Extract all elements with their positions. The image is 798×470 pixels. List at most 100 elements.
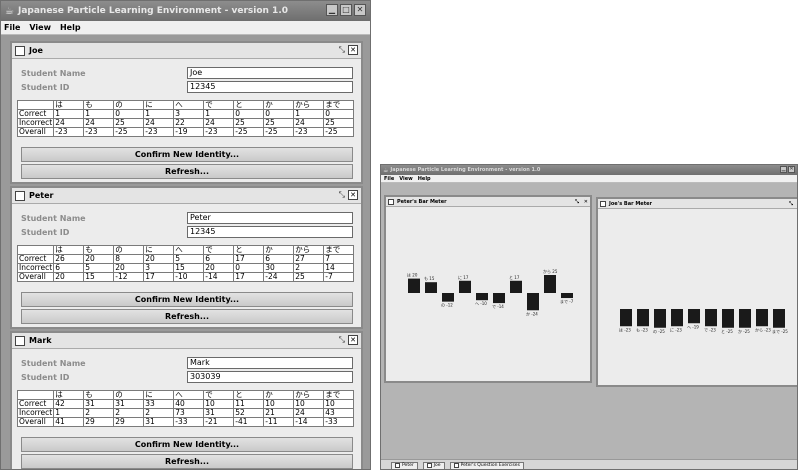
- frame-title: Joe: [29, 46, 43, 55]
- score-cell: -11: [263, 417, 295, 427]
- student-id-label: Student ID: [21, 373, 70, 382]
- frame-title-bar[interactable]: Joe ⤡ ✕: [12, 43, 361, 59]
- frame-close-icon[interactable]: ✕: [584, 199, 588, 205]
- bar-label-9: まで -7: [560, 299, 574, 304]
- frame-icon: [426, 463, 432, 468]
- score-cell: -10: [173, 272, 205, 282]
- scores-table: はものにへでとかから まで Correct 26 20 8 20 5 6 17 6 27 7 Incorr…: [16, 245, 355, 282]
- score-cell: 20: [53, 272, 85, 282]
- minimize-icon[interactable]: ▁: [326, 4, 338, 16]
- bar-meter-chart: は -23 も -23 の -25 に -23 へ -19 で -23 と -25 か -25…: [619, 309, 788, 334]
- menu-view[interactable]: View: [399, 176, 413, 182]
- task-label: Peter: [402, 462, 414, 468]
- restore-icon[interactable]: ⤡: [339, 45, 345, 55]
- frame-title-bar[interactable]: Mark ⤡ ✕: [12, 333, 361, 349]
- score-cell: -25: [263, 127, 295, 137]
- student-id-input[interactable]: 303039: [187, 371, 353, 383]
- meter-title-bar[interactable]: Joe's Bar Meter ⤡: [598, 199, 797, 209]
- bar-7: [739, 309, 751, 328]
- bar-label-7: か -25: [738, 328, 750, 334]
- confirm-identity-button[interactable]: Confirm New Identity...: [21, 437, 353, 452]
- window-title: Japanese Particle Learning Environment -…: [390, 167, 541, 173]
- meter-title: Joe's Bar Meter: [609, 200, 652, 207]
- bar-2: [654, 309, 666, 328]
- refresh-button[interactable]: Refresh...: [21, 454, 353, 469]
- confirm-identity-button[interactable]: Confirm New Identity...: [21, 147, 353, 162]
- score-cell: -14: [293, 417, 325, 427]
- task-label: Joe: [433, 462, 441, 468]
- bar-5: [493, 293, 505, 304]
- overall-row: Overall -23 -23 -25 -23 -19 -23 -25 -25 -23 -25: [16, 127, 355, 137]
- frame-icon: [600, 200, 606, 207]
- bar-1: [637, 309, 649, 327]
- frame-close-icon[interactable]: ✕: [348, 335, 358, 345]
- restore-icon[interactable]: ⤡: [339, 190, 345, 200]
- student-name-input[interactable]: Joe: [187, 67, 353, 79]
- restore-icon[interactable]: ⤡: [339, 335, 345, 345]
- score-cell: -25: [233, 127, 265, 137]
- confirm-identity-button[interactable]: Confirm New Identity...: [21, 292, 353, 307]
- bar-label-5: で -14: [492, 304, 504, 309]
- bar-5: [705, 309, 717, 327]
- student-name-label: Student Name: [21, 359, 86, 368]
- menu-view[interactable]: View: [29, 23, 51, 32]
- menu-help[interactable]: Help: [418, 176, 431, 182]
- score-cell: 41: [53, 417, 85, 427]
- restore-icon[interactable]: ⤡: [789, 201, 793, 207]
- score-cell: -7: [323, 272, 355, 282]
- bar-6: [722, 309, 734, 328]
- bar-label-5: で -23: [704, 327, 716, 332]
- score-cell: -23: [203, 127, 235, 137]
- task-peter[interactable]: Peter: [391, 461, 418, 469]
- student-id-input[interactable]: 12345: [187, 226, 353, 238]
- bar-meter-peter: Peter's Bar Meter ⤡ ✕ は 20 も 15 の -12 に 17 へ…: [384, 195, 592, 383]
- student-name-label: Student Name: [21, 69, 86, 78]
- java-cup-icon: ☕: [5, 5, 14, 17]
- header-row: はものにへでとかから まで: [16, 100, 355, 110]
- frame-title: Mark: [29, 336, 52, 345]
- score-cell: -25: [113, 127, 145, 137]
- menu-bar: File View Help: [1, 21, 370, 35]
- refresh-button[interactable]: Refresh...: [21, 164, 353, 179]
- task-peter-exercises[interactable]: Peter's Question Exercises: [449, 461, 524, 469]
- bar-label-2: の -25: [653, 329, 665, 334]
- bar-0: [620, 309, 632, 327]
- menu-help[interactable]: Help: [60, 23, 81, 32]
- student-name-input[interactable]: Peter: [187, 212, 353, 224]
- score-cell: -12: [113, 272, 145, 282]
- scores-table: はものにへでとかから まで Correct 42 31 31 33 40 10 11 10 10 10 I…: [16, 390, 355, 427]
- student-id-input[interactable]: 12345: [187, 81, 353, 93]
- window-title: Japanese Particle Learning Environment -…: [17, 6, 288, 16]
- maximize-icon[interactable]: □: [340, 4, 352, 16]
- restore-icon[interactable]: ⤡: [575, 199, 579, 205]
- bar-3: [459, 280, 471, 293]
- bar-3: [671, 309, 683, 327]
- bar-label-0: は 20: [407, 273, 418, 278]
- menu-file[interactable]: File: [384, 176, 394, 182]
- menu-file[interactable]: File: [4, 23, 20, 32]
- minimize-icon[interactable]: ▁: [780, 166, 787, 173]
- close-icon[interactable]: ✕: [354, 4, 366, 16]
- student-frame-mark: Mark ⤡ ✕ Student Name Mark Student ID 30…: [10, 331, 363, 469]
- bar-8: [544, 275, 556, 293]
- meter-title-bar[interactable]: Peter's Bar Meter ⤡ ✕: [386, 197, 590, 207]
- bar-label-7: か -24: [526, 310, 538, 316]
- close-icon[interactable]: ✕: [788, 166, 795, 173]
- frame-icon: [453, 463, 459, 468]
- correct-row: Correct 26 20 8 20 5 6 17 6 27 7: [16, 254, 355, 264]
- student-name-input[interactable]: Mark: [187, 357, 353, 369]
- title-bar: ☕ Japanese Particle Learning Environment…: [1, 1, 370, 21]
- frame-close-icon[interactable]: ✕: [348, 45, 358, 55]
- bar-label-6: と -25: [721, 329, 733, 334]
- student-name-row: Student Name Peter: [12, 212, 361, 226]
- task-label: Peter's Question Exercises: [460, 462, 520, 468]
- bar-0: [408, 278, 420, 293]
- frame-close-icon[interactable]: ✕: [348, 190, 358, 200]
- bar-label-8: から 25: [543, 268, 558, 274]
- task-joe[interactable]: Joe: [422, 461, 445, 469]
- row-label: Overall: [16, 272, 55, 282]
- frame-title-bar[interactable]: Peter ⤡ ✕: [12, 188, 361, 204]
- bar-label-4: へ -10: [475, 301, 487, 306]
- refresh-button[interactable]: Refresh...: [21, 309, 353, 324]
- frame-icon: [15, 190, 25, 201]
